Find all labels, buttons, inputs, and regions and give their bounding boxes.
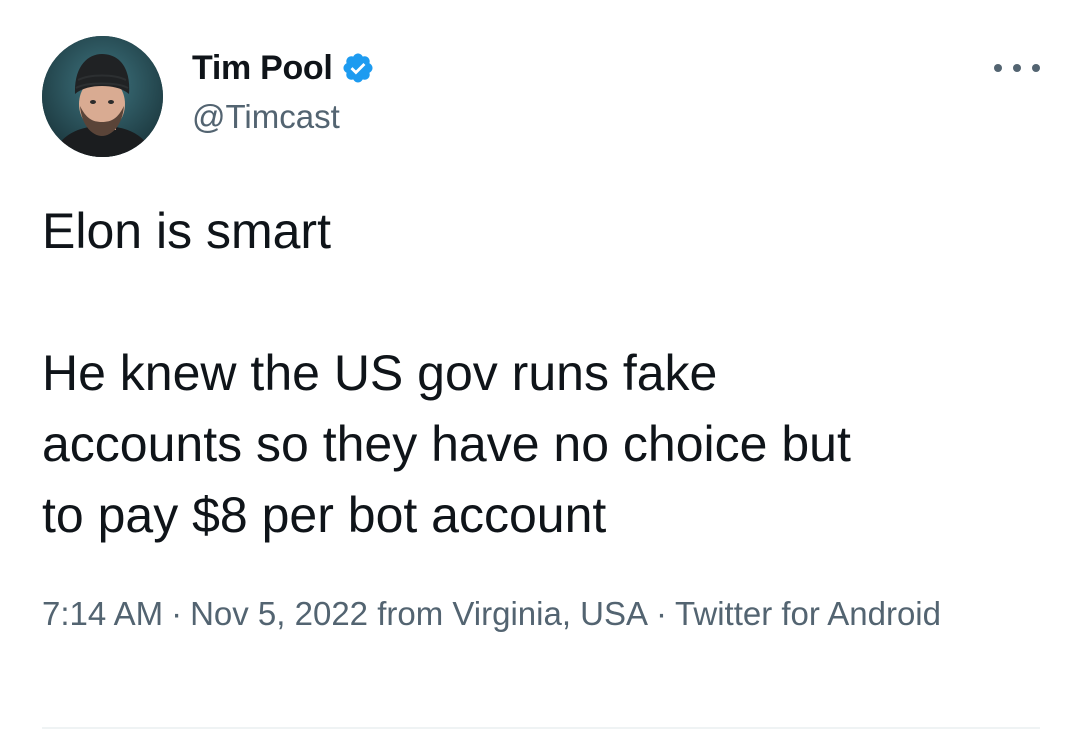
meta-separator: · (656, 595, 668, 632)
tweet-paragraph-2-line-1: He knew the US gov runs fake (42, 345, 718, 401)
tweet-paragraph-2-line-3: to pay $8 per bot account (42, 487, 607, 543)
tweet-meta: 7:14 AM · Nov 5, 2022 from Virginia, USA · T… (42, 589, 1002, 639)
verified-badge-icon (341, 51, 375, 85)
tweet-paragraph-1: Elon is smart (42, 203, 331, 259)
tweet-source[interactable]: Twitter for Android (675, 595, 941, 632)
more-dot (1013, 64, 1021, 72)
tweet-date-location[interactable]: Nov 5, 2022 from Virginia, USA (190, 595, 648, 632)
more-options-icon[interactable] (994, 50, 1040, 86)
avatar[interactable] (42, 36, 163, 157)
more-dot (1032, 64, 1040, 72)
avatar-image (42, 36, 163, 157)
author-name-row[interactable]: Tim Pool (192, 46, 375, 90)
tweet-time[interactable]: 7:14 AM (42, 595, 163, 632)
tweet-card: Tim Pool @Timcast Elon is smart He knew … (0, 0, 1079, 740)
meta-separator: · (171, 595, 183, 632)
divider (42, 727, 1040, 729)
author-display-name[interactable]: Tim Pool (192, 46, 333, 90)
tweet-paragraph-2-line-2: accounts so they have no choice but (42, 416, 851, 472)
more-dot (994, 64, 1002, 72)
author-handle[interactable]: @Timcast (192, 96, 340, 138)
tweet-text: Elon is smart He knew the US gov runs fa… (42, 196, 1042, 551)
